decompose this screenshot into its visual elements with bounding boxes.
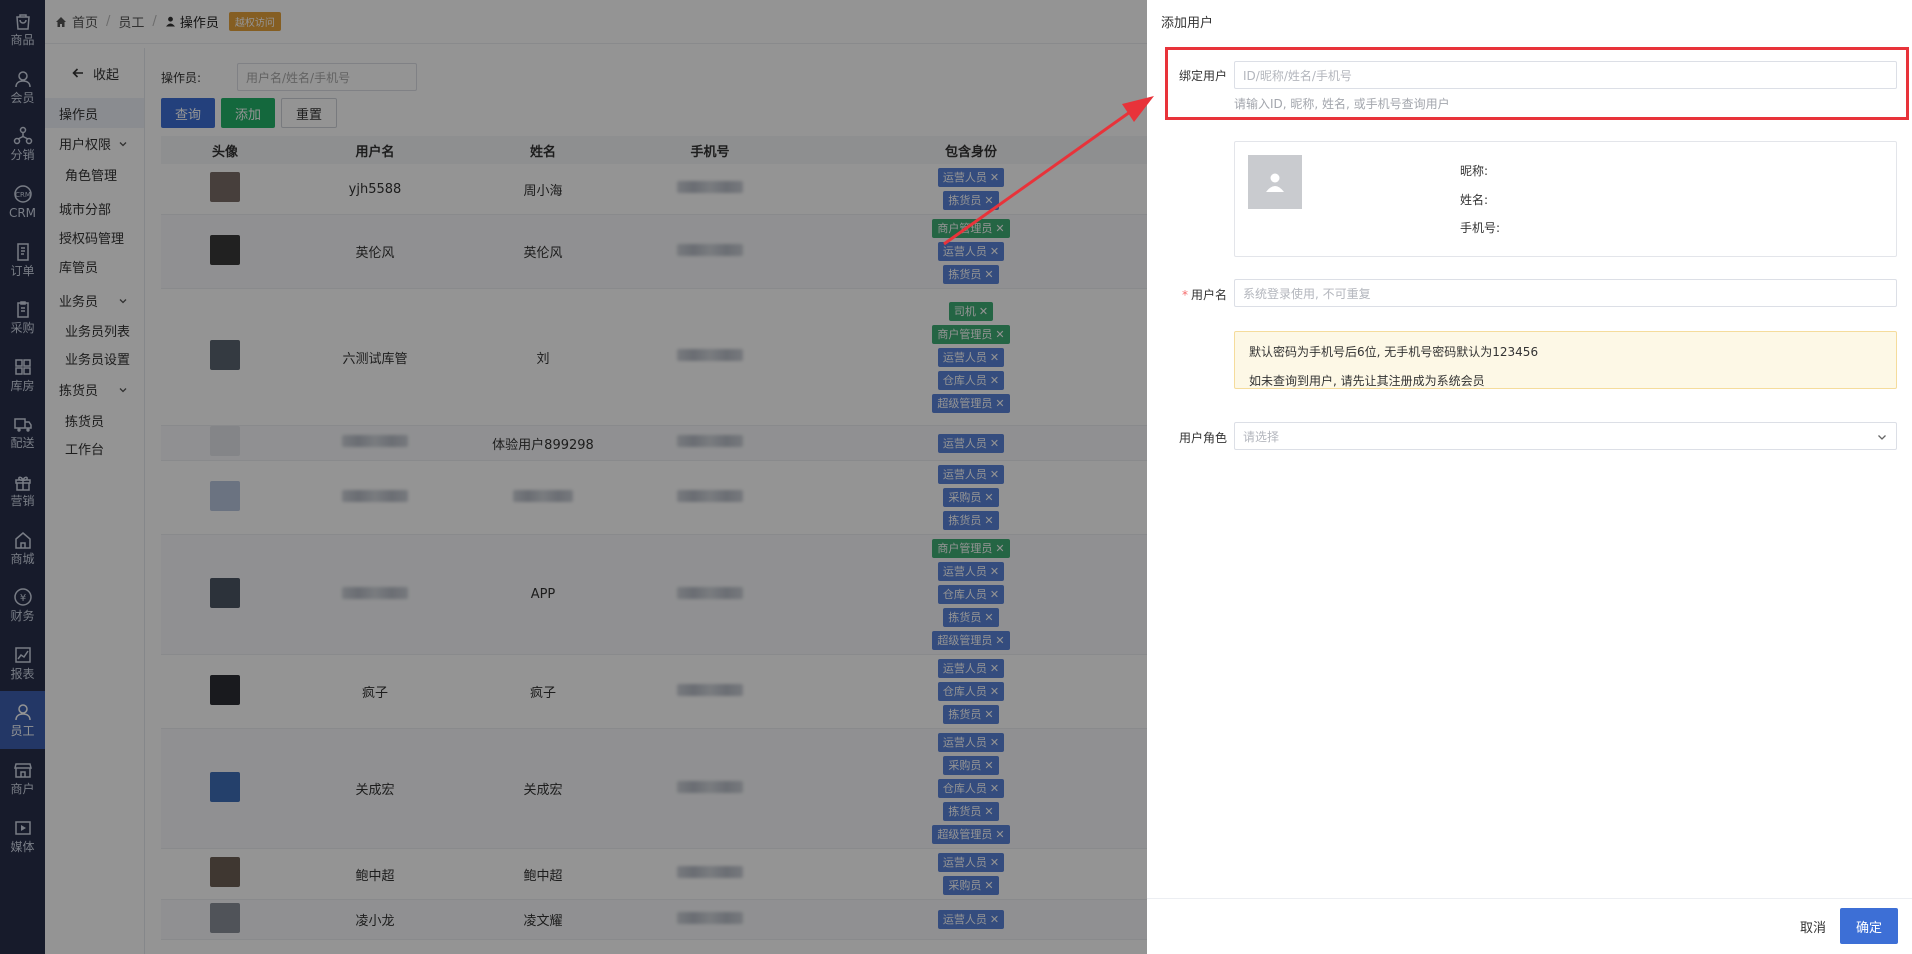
username-label: * 用户名 xyxy=(1181,288,1227,302)
notice-line-1: 默认密码为手机号后6位, 无手机号密码默认为123456 xyxy=(1249,345,1539,359)
modal-overlay[interactable] xyxy=(0,0,1147,954)
avatar-placeholder xyxy=(1248,155,1302,209)
user-role-placeholder: 请选择 xyxy=(1243,429,1280,444)
user-preview-card: 昵称: 姓名: 手机号: xyxy=(1234,141,1897,257)
user-role-select[interactable]: 请选择 xyxy=(1234,422,1897,450)
notice-line-2: 如未查询到用户, 请先让其注册成为系统会员 xyxy=(1249,374,1485,388)
drawer-title: 添加用户 xyxy=(1161,16,1214,31)
phone-field: 手机号: xyxy=(1460,221,1501,235)
person-icon xyxy=(1266,173,1284,192)
cancel-button[interactable]: 取消 xyxy=(1789,908,1837,944)
name-field: 姓名: xyxy=(1460,193,1489,207)
add-user-drawer: 添加用户 绑定用户 ID/昵称/姓名/手机号 请输入ID, 昵称, 姓名, 或手… xyxy=(1147,0,1912,954)
highlight-box xyxy=(1165,47,1909,120)
drawer-footer-divider xyxy=(1147,898,1912,899)
password-notice: 默认密码为手机号后6位, 无手机号密码默认为123456 如未查询到用户, 请先… xyxy=(1234,331,1897,389)
nickname-field: 昵称: xyxy=(1460,164,1489,178)
username-input[interactable]: 系统登录使用, 不可重复 xyxy=(1234,279,1897,307)
chevron-down-icon xyxy=(1878,435,1886,440)
confirm-button[interactable]: 确定 xyxy=(1840,908,1898,944)
user-role-label: 用户角色 xyxy=(1178,431,1227,445)
